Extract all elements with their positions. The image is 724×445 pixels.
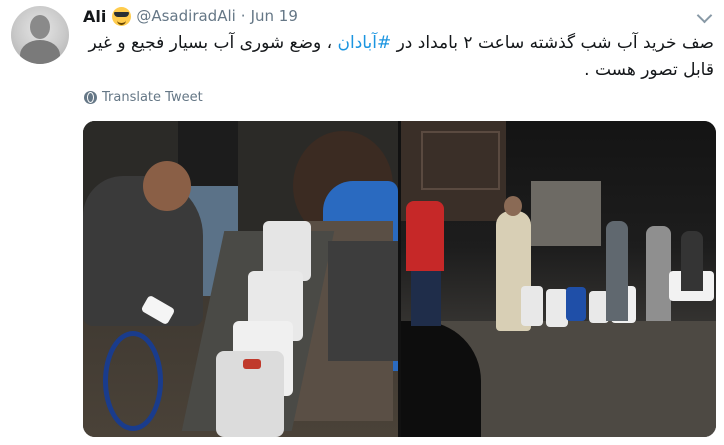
- sunglasses-emoji-icon: [112, 6, 132, 26]
- separator-dot: ·: [240, 7, 246, 25]
- tweet-photo-left[interactable]: [83, 121, 398, 437]
- tweet-header: Ali @AsadiradAli · Jun 19: [83, 5, 298, 27]
- translate-tweet-link[interactable]: Translate Tweet: [84, 90, 203, 105]
- translate-label: Translate Tweet: [102, 90, 203, 105]
- tweet-date[interactable]: Jun 19: [251, 7, 298, 25]
- user-handle[interactable]: @AsadiradAli: [136, 7, 235, 25]
- media-grid: [83, 121, 716, 437]
- avatar[interactable]: [11, 6, 69, 64]
- globe-icon: [84, 91, 97, 104]
- hashtag-link[interactable]: #آبادان: [338, 33, 392, 53]
- chevron-down-icon[interactable]: [696, 7, 713, 24]
- tweet-text: صف خرید آب شب گذشته ساعت ۲ بامداد در #آب…: [84, 30, 714, 84]
- tweet-text-part-1: صف خرید آب شب گذشته ساعت ۲ بامداد در: [391, 33, 714, 53]
- display-name[interactable]: Ali: [83, 7, 106, 26]
- tweet-photo-right[interactable]: [401, 121, 716, 437]
